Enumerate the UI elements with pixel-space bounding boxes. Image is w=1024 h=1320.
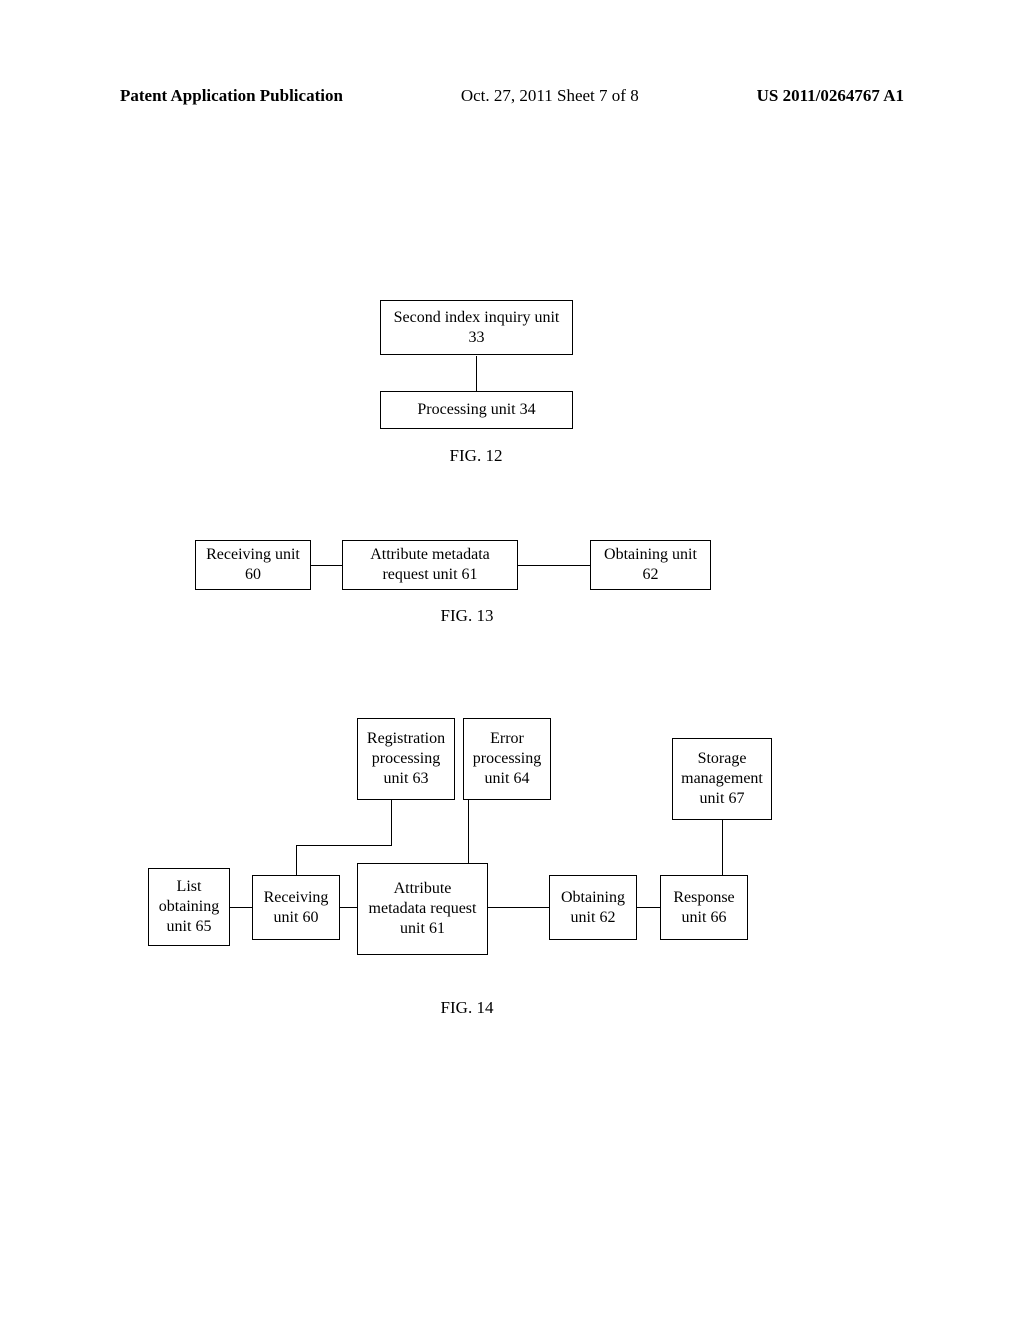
fig14-box-error: Error processing unit 64 [463,718,551,800]
fig13-box-attribute: Attribute metadata request unit 61 [342,540,518,590]
fig14-box-obtaining: Obtaining unit 62 [549,875,637,940]
fig14-connector-err-down [468,800,469,863]
fig14-box-response: Response unit 66 [660,875,748,940]
fig12-box-second-index: Second index inquiry unit 33 [380,300,573,355]
fig14-box-registration: Registration processing unit 63 [357,718,455,800]
fig14-connector-recv-attr [340,907,357,908]
header-left: Patent Application Publication [120,86,343,106]
fig14-connector-stor-down [722,820,723,875]
fig12-caption: FIG. 12 [0,446,988,466]
fig14-box-storage: Storage management unit 67 [672,738,772,820]
fig13-connector-1 [311,565,342,566]
fig14-box-list: List obtaining unit 65 [148,868,230,946]
fig14-connector-reg-down [391,800,392,845]
fig12-connector-vertical [476,356,477,391]
fig14-connector-reg-horiz [296,845,392,846]
header-right: US 2011/0264767 A1 [757,86,904,106]
fig14-connector-reg-to-recv [296,845,297,875]
fig13-caption: FIG. 13 [0,606,979,626]
page-header: Patent Application Publication Oct. 27, … [0,86,1024,106]
fig14-box-attribute: Attribute metadata request unit 61 [357,863,488,955]
fig14-connector-list-recv [230,907,252,908]
header-center: Oct. 27, 2011 Sheet 7 of 8 [461,86,639,106]
fig14-caption: FIG. 14 [0,998,979,1018]
fig14-connector-obt-resp [637,907,660,908]
fig13-connector-2 [518,565,590,566]
fig14-connector-attr-obt [488,907,549,908]
fig13-box-receiving: Receiving unit 60 [195,540,311,590]
fig12-box-processing: Processing unit 34 [380,391,573,429]
fig14-box-receiving: Receiving unit 60 [252,875,340,940]
fig13-box-obtaining: Obtaining unit 62 [590,540,711,590]
